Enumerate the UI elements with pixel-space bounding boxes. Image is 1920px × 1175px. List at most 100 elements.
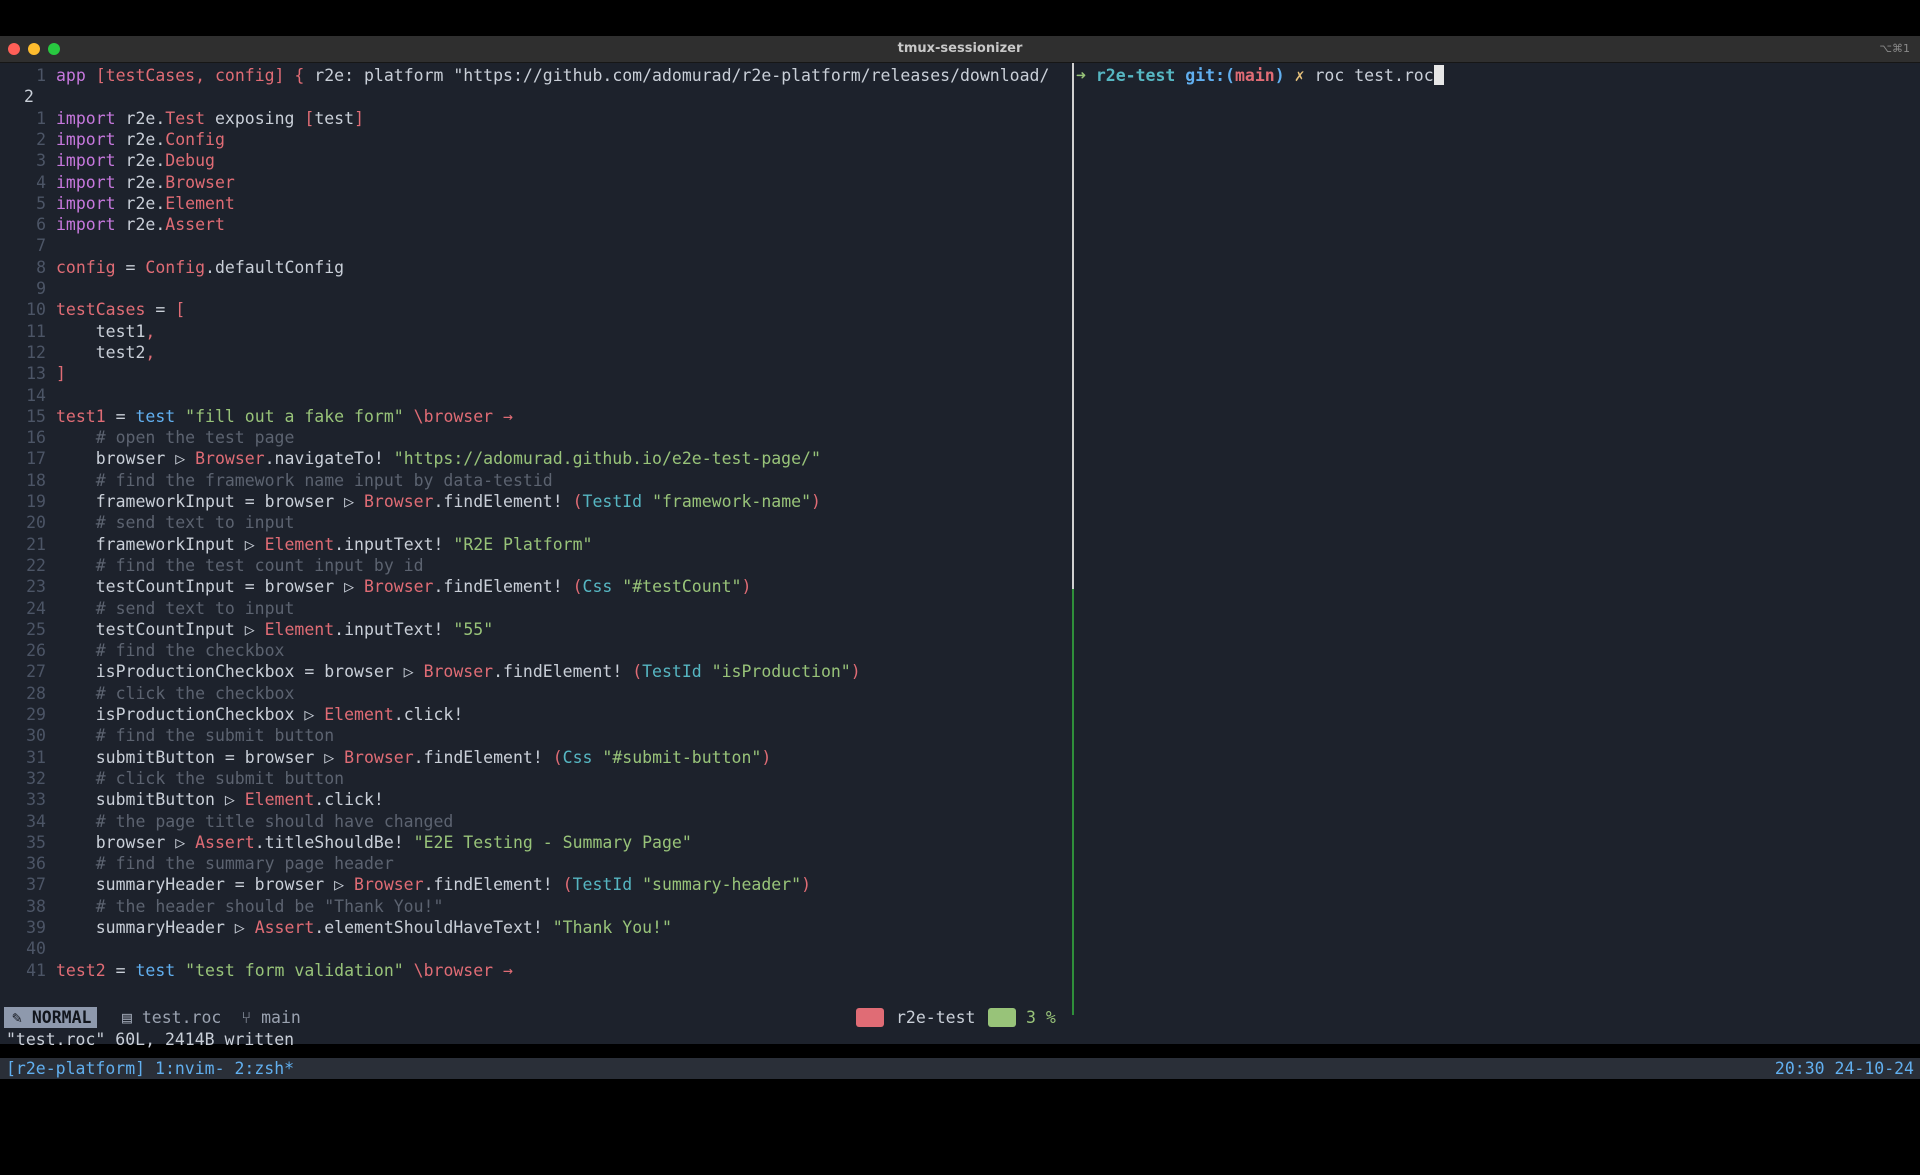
code-line[interactable]: 10 testCases = [ — [0, 299, 1072, 320]
code-token: = — [145, 300, 176, 320]
code-token: r2e. — [125, 151, 166, 171]
code-token: Browser — [354, 875, 424, 895]
line-number: 9 — [36, 279, 46, 298]
code-line[interactable]: 4 import r2e.Browser — [0, 172, 1072, 193]
code-line[interactable]: 27 isProductionCheckbox = browser ▷ Brow… — [0, 661, 1072, 682]
code-line[interactable]: 41 test2 = test "test form validation" \b… — [0, 960, 1072, 981]
code-line[interactable]: 20 # send text to input — [0, 512, 1072, 533]
code-token: # open the test page — [56, 428, 295, 448]
code-line[interactable]: 5 import r2e.Element — [0, 193, 1072, 214]
code-line[interactable]: 6 import r2e.Assert — [0, 214, 1072, 235]
line-number: 39 — [26, 918, 46, 937]
code-token: .navigateTo! — [264, 449, 394, 469]
code-line[interactable]: 1 app [testCases, config] { r2e: platform… — [0, 65, 1072, 86]
code-token: .findElement! — [493, 662, 633, 682]
code-line[interactable]: 35 browser ▷ Assert.titleShouldBe! "E2E … — [0, 832, 1072, 853]
code-line[interactable]: 7 — [0, 235, 1072, 256]
nvim-editor-pane[interactable]: 1 app [testCases, config] { r2e: platform… — [0, 63, 1072, 1015]
code-line[interactable]: 16 # open the test page — [0, 427, 1072, 448]
code-line[interactable]: 12 test2, — [0, 342, 1072, 363]
code-token: # find the test count input by id — [56, 555, 424, 575]
code-line[interactable]: 11 test1, — [0, 321, 1072, 342]
code-line[interactable]: 21 frameworkInput ▷ Element.inputText! "… — [0, 534, 1072, 555]
code-line[interactable]: 31 submitButton = browser ▷ Browser.find… — [0, 747, 1072, 768]
code-token: Config — [165, 129, 225, 149]
code-text: # click the checkbox — [56, 683, 295, 704]
code-text: test2 = test "test form validation" \bro… — [56, 960, 513, 981]
code-token: Assert — [254, 918, 315, 937]
code-line[interactable]: 2 import r2e.Config — [0, 129, 1072, 150]
code-line[interactable]: 18 # find the framework name input by da… — [0, 470, 1072, 491]
shell-prompt[interactable]: ➜ r2e-test git:(main) ✗ roc test.roc — [1076, 65, 1444, 86]
code-line[interactable]: 40 — [0, 938, 1072, 959]
code-text: import r2e.Assert — [56, 214, 225, 235]
code-line[interactable]: 26 # find the checkbox — [0, 640, 1072, 661]
code-line[interactable]: 19 frameworkInput = browser ▷ Browser.fi… — [0, 491, 1072, 512]
code-line[interactable]: 2 — [0, 86, 1072, 107]
code-token: test — [135, 406, 186, 426]
code-text: testCountInput = browser ▷ Browser.findE… — [56, 576, 752, 597]
pane-divider[interactable] — [1072, 63, 1074, 1015]
code-line[interactable]: 28 # click the checkbox — [0, 683, 1072, 704]
code-line[interactable]: 24 # send text to input — [0, 598, 1072, 619]
code-line[interactable]: 13] — [0, 363, 1072, 384]
code-token: = — [105, 406, 136, 426]
code-line[interactable]: 38 # the header should be "Thank You!" — [0, 896, 1072, 917]
code-text: testCases = [ — [56, 299, 185, 320]
line-number: 6 — [36, 215, 46, 235]
prompt-git-branch: main — [1234, 66, 1275, 85]
line-number: 32 — [26, 768, 46, 788]
code-text: test1, — [56, 321, 156, 342]
code-token: ( — [572, 577, 583, 597]
code-line[interactable]: 8 config = Config.defaultConfig — [0, 257, 1072, 278]
code-line[interactable]: 25 testCountInput ▷ Element.inputText! "… — [0, 619, 1072, 640]
code-token: import — [56, 151, 126, 171]
code-text: test2, — [56, 342, 156, 363]
line-number: 37 — [26, 875, 46, 895]
code-line[interactable]: 37 summaryHeader = browser ▷ Browser.fin… — [0, 874, 1072, 895]
code-line[interactable]: 9 — [0, 278, 1072, 299]
code-line[interactable]: 15 test1 = test "fill out a fake form" \b… — [0, 406, 1072, 427]
code-token: Assert — [195, 832, 255, 852]
code-line[interactable]: 29 isProductionCheckbox ▷ Element.click! — [0, 704, 1072, 725]
code-line[interactable]: 22 # find the test count input by id — [0, 555, 1072, 576]
code-line[interactable]: 1 import r2e.Test exposing [test] — [0, 108, 1072, 129]
code-line[interactable]: 3 import r2e.Debug — [0, 150, 1072, 171]
code-line[interactable]: 23 testCountInput = browser ▷ Browser.fi… — [0, 576, 1072, 597]
code-token: [ — [175, 300, 186, 320]
command-message: "test.roc" 60L, 2414B written — [6, 1030, 295, 1049]
code-text: # find the submit button — [56, 725, 334, 746]
code-line[interactable]: 32 # click the submit button — [0, 768, 1072, 789]
code-line[interactable]: 17 browser ▷ Browser.navigateTo! "https:… — [0, 448, 1072, 469]
code-token: "#testCount" — [622, 577, 742, 597]
code-token: Browser — [195, 449, 265, 469]
code-token: "https://adomurad.github.io/e2e-test-pag… — [393, 449, 821, 469]
code-token: test1 — [56, 321, 146, 341]
line-number: 21 — [26, 534, 46, 554]
code-token: submitButton ▷ — [56, 790, 245, 810]
code-token: r2e. — [125, 129, 166, 149]
code-token: # send text to input — [56, 598, 295, 618]
code-line[interactable]: 14 — [0, 385, 1072, 406]
tmux-status-bar: [r2e-platform] 1:nvim- 2:zsh* 20:30 24-1… — [0, 1058, 1920, 1079]
code-token: # click the checkbox — [56, 683, 295, 703]
line-number: 3 — [36, 151, 46, 171]
shell-pane[interactable]: ➜ r2e-test git:(main) ✗ roc test.roc — [1076, 63, 1920, 1015]
line-number: 29 — [26, 705, 46, 724]
session-name: r2e-test — [896, 1008, 976, 1027]
mode-label: NORMAL — [31, 1008, 92, 1027]
code-line[interactable]: 34 # the page title should have changed — [0, 811, 1072, 832]
shell-command[interactable]: roc test.roc — [1314, 66, 1433, 85]
code-token: testCountInput = browser ▷ — [56, 577, 364, 597]
code-line[interactable]: 36 # find the summary page header — [0, 853, 1072, 874]
line-number: 17 — [26, 449, 46, 469]
prompt-directory: r2e-test — [1095, 66, 1176, 85]
code-line[interactable]: 30 # find the submit button — [0, 725, 1072, 746]
tmux-windows[interactable]: [r2e-platform] 1:nvim- 2:zsh* — [6, 1058, 294, 1079]
line-number: 35 — [26, 832, 46, 852]
code-token: Browser — [344, 747, 414, 767]
git-branch-icon: ⑂ — [241, 1008, 262, 1027]
code-token: test2 — [56, 342, 146, 362]
code-line[interactable]: 39 summaryHeader ▷ Assert.elementShouldH… — [0, 917, 1072, 938]
code-line[interactable]: 33 submitButton ▷ Element.click! — [0, 789, 1072, 810]
